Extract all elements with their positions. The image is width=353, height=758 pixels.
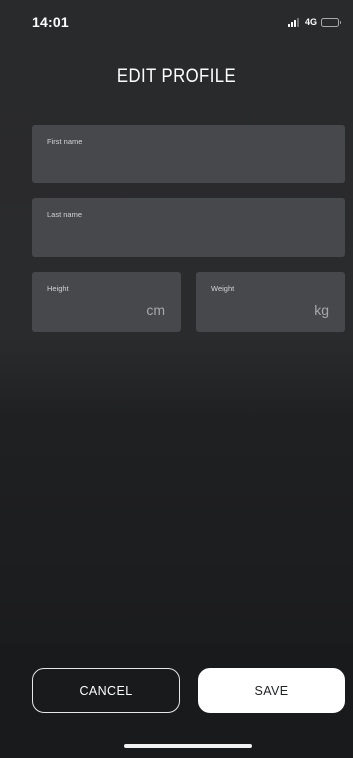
- status-bar: 14:01 4G: [0, 0, 353, 44]
- first-name-label: First name: [47, 137, 83, 146]
- height-field[interactable]: Height cm: [32, 272, 181, 332]
- first-name-field[interactable]: First name: [32, 125, 345, 183]
- save-button[interactable]: SAVE: [198, 668, 345, 713]
- height-label: Height: [47, 284, 69, 293]
- weight-field[interactable]: Weight kg: [196, 272, 345, 332]
- weight-unit: kg: [314, 302, 329, 318]
- network-label: 4G: [304, 17, 317, 27]
- home-indicator: [124, 744, 252, 748]
- status-time: 14:01: [32, 14, 69, 30]
- status-indicators: 4G: [287, 16, 341, 28]
- signal-icon: [287, 17, 299, 27]
- cancel-button[interactable]: CANCEL: [32, 668, 180, 713]
- page-title: EDIT PROFILE: [116, 66, 237, 87]
- weight-label: Weight: [211, 284, 235, 293]
- height-unit: cm: [146, 302, 165, 318]
- edit-profile-screen: 14:01 4G EDIT PROFILE First name Last na…: [0, 0, 353, 758]
- battery-icon: [321, 17, 341, 27]
- last-name-label: Last name: [47, 210, 83, 219]
- last-name-field[interactable]: Last name: [32, 198, 345, 257]
